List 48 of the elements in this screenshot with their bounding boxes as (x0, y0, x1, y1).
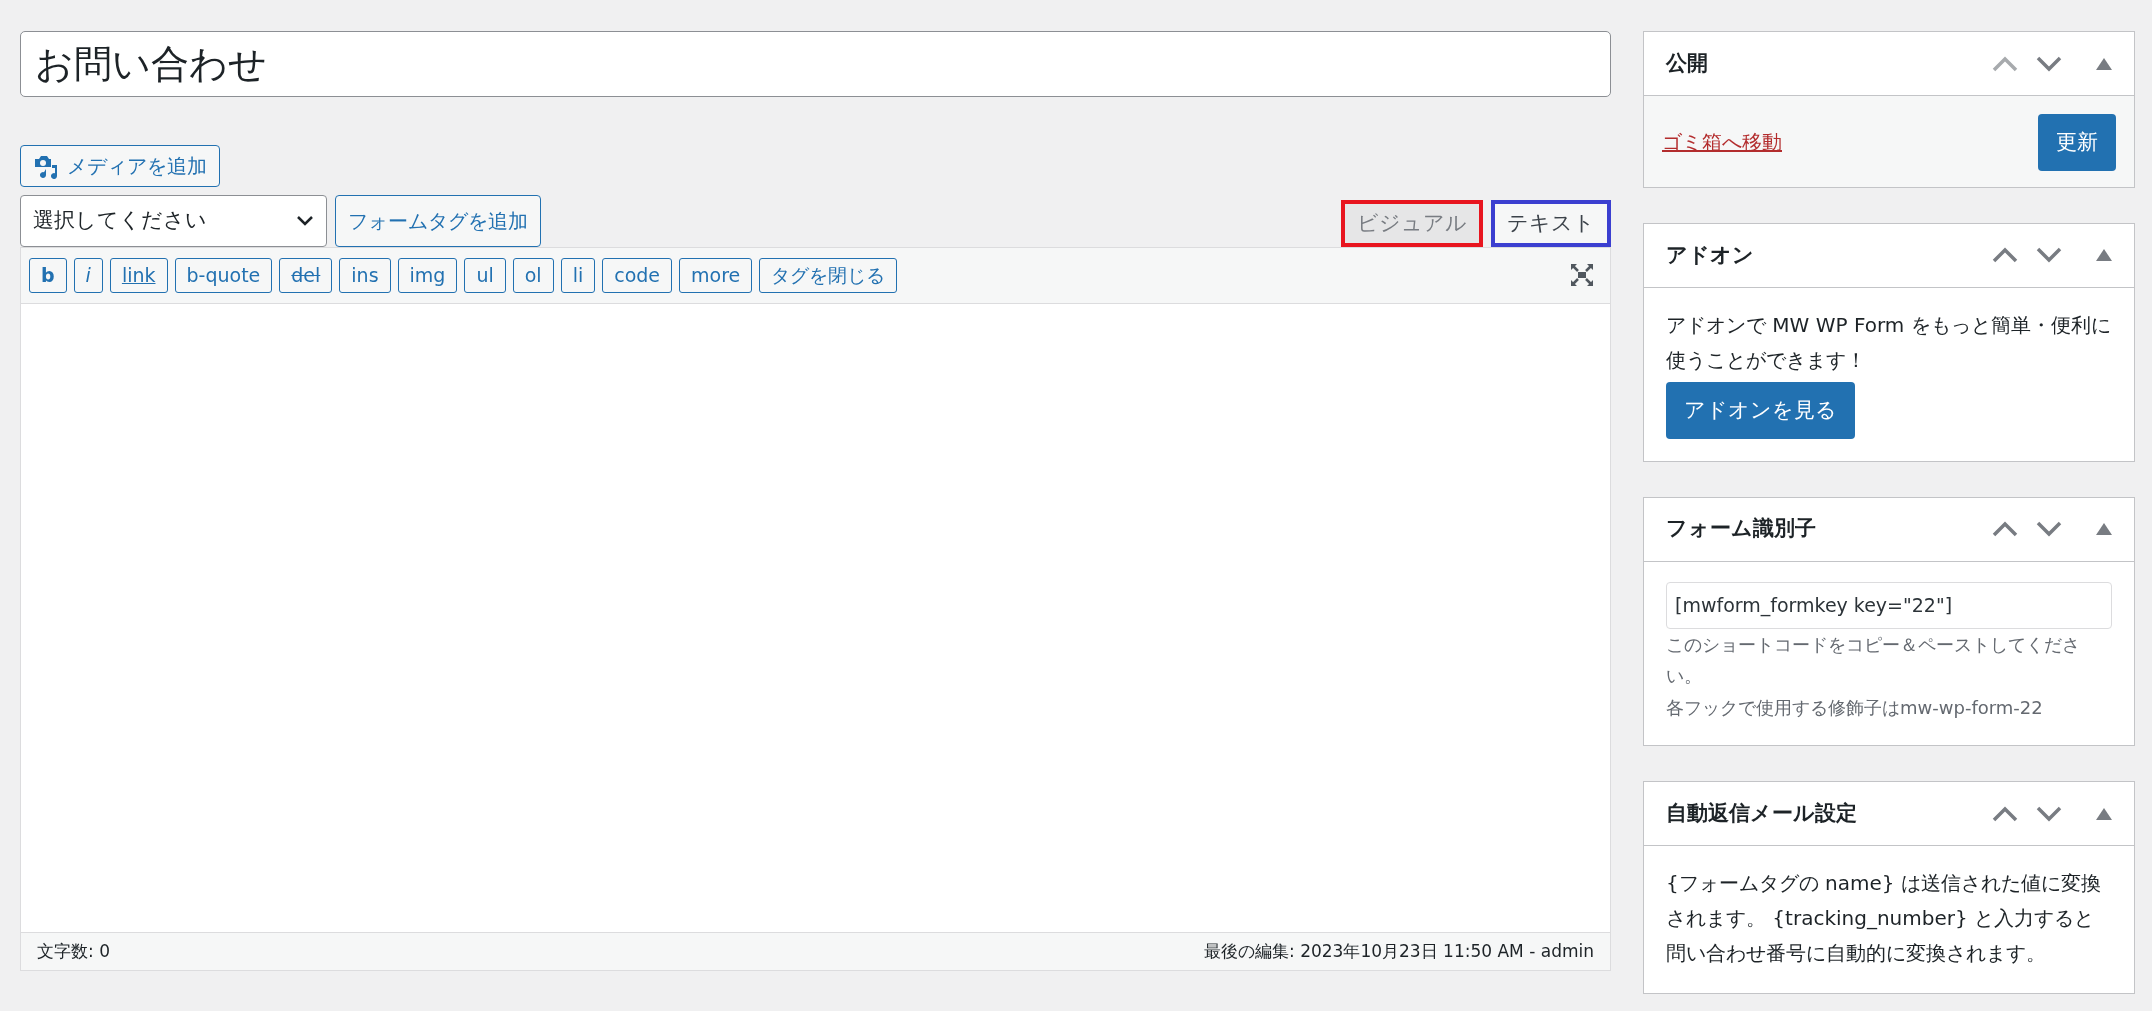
quicktag-button[interactable]: img (397, 258, 458, 293)
last-edited: 最後の編集: 2023年10月23日 11:50 AM - admin (1204, 939, 1594, 963)
quicktag-button[interactable]: i (73, 258, 103, 293)
help-text: このショートコードをコピー＆ペーストしてください。 (1666, 632, 2081, 689)
quicktag-button[interactable]: ol (512, 258, 554, 293)
update-button[interactable]: 更新 (2038, 114, 2116, 171)
view-addons-button[interactable]: アドオンを見る (1666, 381, 1855, 439)
quicktag-button[interactable]: link (109, 258, 168, 293)
select-value: 選択してください (33, 207, 207, 235)
quicktag-button[interactable]: ul (464, 258, 506, 293)
quicktag-button[interactable]: b-quote (174, 258, 273, 293)
move-down-icon[interactable] (2036, 247, 2062, 264)
move-down-icon[interactable] (2036, 805, 2062, 822)
move-up-icon[interactable] (1992, 521, 2018, 537)
editor-tab[interactable]: テキスト (1491, 199, 1611, 247)
move-up-icon[interactable] (1992, 805, 2018, 822)
panel-title: アドオン (1666, 242, 1754, 268)
camera-music-icon (33, 153, 59, 179)
collapse-triangle-icon[interactable] (2096, 249, 2112, 262)
shortcode-field[interactable]: [mwform_formkey key="22"] (1666, 581, 2112, 629)
move-down-icon[interactable] (2036, 55, 2062, 72)
quicktag-button[interactable]: ins (339, 258, 391, 293)
move-down-icon[interactable] (2036, 521, 2062, 537)
quicktag-button[interactable]: タグを閉じる (759, 258, 898, 293)
collapse-triangle-icon[interactable] (2096, 57, 2112, 70)
editor-tab[interactable]: ビジュアル (1341, 199, 1483, 247)
help-text: 各フックで使用する修飾子はmw-wp-form-22 (1666, 695, 2044, 720)
tag-select[interactable]: 選択してください (20, 195, 327, 247)
autoreply-description: {フォームタグの name} は送信された値に変換されます。 {tracking_number} と入力すると問い合わせ番号に自動的に変換されます。 (1666, 870, 2102, 968)
quicktag-button[interactable]: more (679, 258, 753, 293)
panel-title: フォーム識別子 (1666, 516, 1816, 542)
quicktag-button[interactable]: li (560, 258, 596, 293)
collapse-triangle-icon[interactable] (2096, 807, 2112, 820)
title-field[interactable]: お問い合わせ (20, 31, 1611, 97)
quicktag-button[interactable]: b (29, 258, 67, 293)
panel-title: 自動返信メール設定 (1666, 801, 1857, 827)
collapse-triangle-icon[interactable] (2096, 523, 2112, 535)
word-count: 文字数: 0 (37, 939, 110, 963)
addon-description: アドオンで MW WP Form をもっと簡単・便利に使うことができます！ (1666, 311, 2112, 374)
add-media-button[interactable]: メディアを追加 (20, 145, 220, 187)
chevron-down-icon (296, 215, 314, 227)
quicktag-button[interactable]: code (602, 258, 673, 293)
move-up-icon[interactable] (1992, 247, 2018, 264)
panel-title: 公開 (1666, 50, 1708, 77)
quicktag-button[interactable]: del (279, 258, 333, 293)
fullscreen-icon[interactable] (1570, 263, 1594, 288)
move-to-trash-link[interactable]: ゴミ箱へ移動 (1662, 124, 1782, 160)
add-form-tag-button[interactable]: フォームタグを追加 (335, 195, 541, 247)
